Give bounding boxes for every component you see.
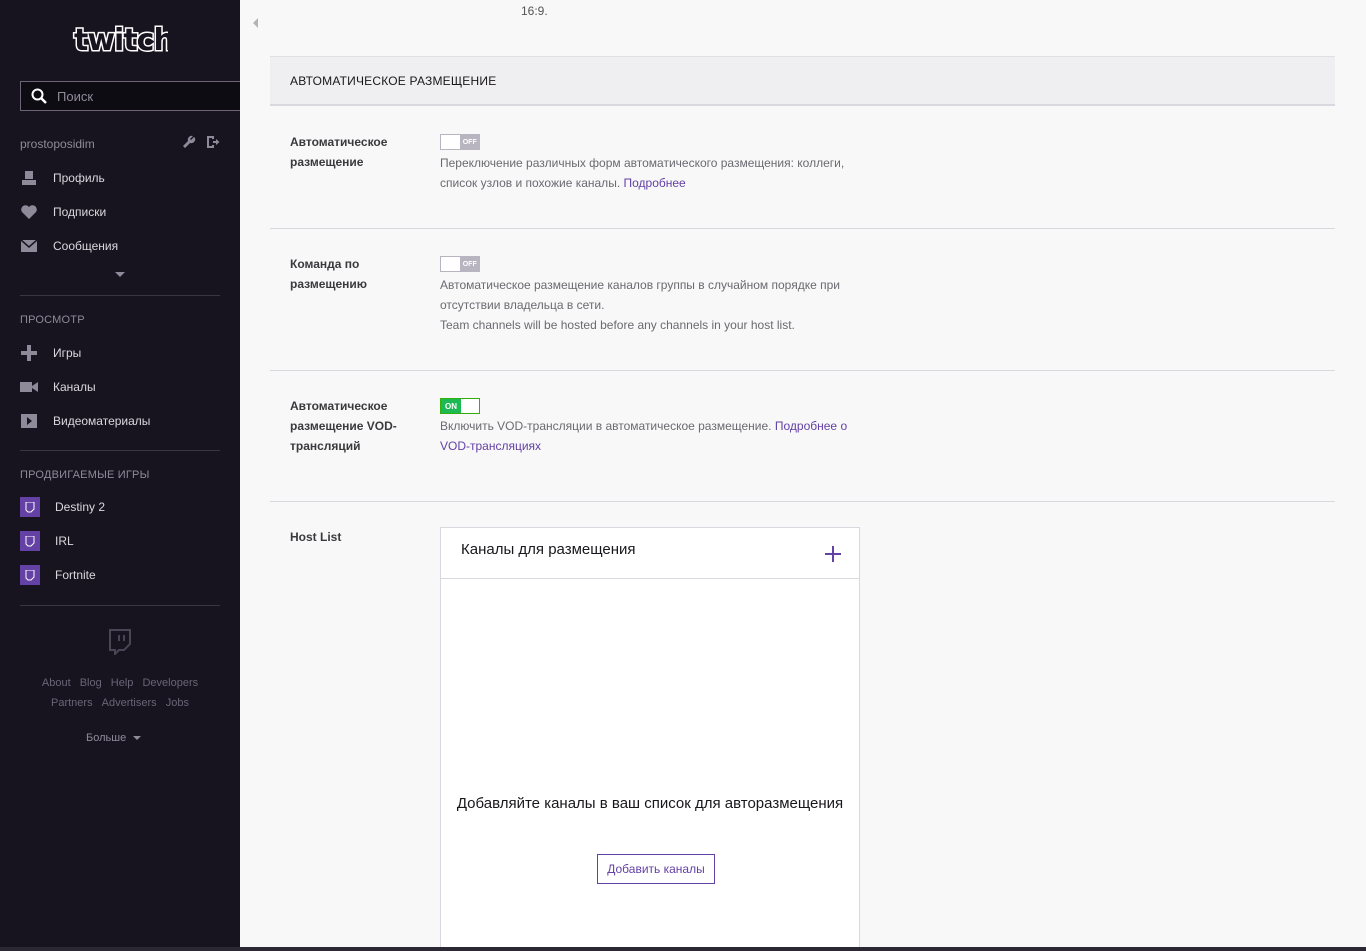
- wrench-icon[interactable]: [182, 135, 196, 154]
- twitch-glitch-icon: [108, 629, 132, 660]
- host-list-panel: Каналы для размещения Добавляйте каналы …: [440, 527, 860, 951]
- sidebar-item-label: Подписки: [53, 205, 107, 219]
- sidebar-item-label: Каналы: [53, 380, 96, 394]
- game-box-icon: [20, 531, 40, 551]
- game-box-icon: [20, 565, 40, 585]
- setting-label-team-hosting: Команда по размещению: [290, 257, 368, 291]
- caret-down-icon: [133, 736, 142, 740]
- section-title: АВТОМАТИЧЕСКОЕ РАЗМЕЩЕНИЕ: [290, 73, 497, 88]
- game-box-icon: [20, 497, 40, 517]
- twitch-logo[interactable]: twitch twitch: [72, 22, 177, 60]
- play-icon: [20, 412, 38, 430]
- divider: [20, 605, 220, 606]
- footer-link-developers[interactable]: Developers: [142, 677, 198, 689]
- ratio-text: 16:9.: [521, 4, 548, 18]
- sidebar-item-label: IRL: [55, 534, 74, 548]
- footer-link-blog[interactable]: Blog: [80, 677, 102, 689]
- sidebar-item-messages[interactable]: Сообщения: [20, 236, 118, 256]
- vod-autohost-toggle[interactable]: ON: [440, 398, 480, 414]
- more-dropdown[interactable]: Больше: [86, 732, 142, 744]
- search-icon: [21, 88, 57, 104]
- setting-desc-team-hosting: Автоматическое размещение каналов группы…: [440, 275, 860, 335]
- sidebar: twitch twitch Поиск prostoposidim Профил…: [0, 0, 240, 951]
- more-label: Больше: [86, 732, 127, 744]
- logout-icon[interactable]: [206, 135, 220, 154]
- section-header: АВТОМАТИЧЕСКОЕ РАЗМЕЩЕНИЕ: [270, 56, 1335, 106]
- autohost-toggle[interactable]: OFF: [440, 134, 480, 150]
- desc-text-2: Team channels will be hosted before any …: [440, 318, 795, 332]
- bottom-edge: [0, 947, 1366, 951]
- host-list-header: Каналы для размещения: [441, 528, 859, 579]
- sidebar-item-videos[interactable]: Видеоматериалы: [20, 411, 150, 431]
- host-list-title: Каналы для размещения: [461, 540, 636, 558]
- footer-link-help[interactable]: Help: [111, 677, 134, 689]
- empty-state-text: Добавляйте каналы в ваш список для автор…: [456, 795, 844, 812]
- sidebar-item-label: Fortnite: [55, 568, 96, 582]
- collapse-sidebar-icon[interactable]: [253, 18, 258, 28]
- add-channels-button[interactable]: Добавить каналы: [597, 854, 715, 884]
- heart-icon: [20, 203, 38, 221]
- learn-more-link[interactable]: Подробнее: [624, 176, 686, 190]
- sidebar-item-fortnite[interactable]: Fortnite: [20, 565, 96, 585]
- footer-link-about[interactable]: About: [42, 677, 71, 689]
- footer-links-row-2: Partners Advertisers Jobs: [20, 697, 220, 709]
- footer-link-jobs[interactable]: Jobs: [166, 697, 189, 709]
- divider: [20, 295, 220, 296]
- sidebar-item-label: Игры: [53, 346, 82, 360]
- sidebar-item-label: Профиль: [53, 171, 105, 185]
- desc-text: Автоматическое размещение каналов группы…: [440, 278, 840, 312]
- host-list-label: Host List: [290, 530, 342, 544]
- setting-label-vod-autohost: Автоматическое размещение VOD-трансляций: [290, 399, 397, 453]
- expand-arrow-icon[interactable]: [115, 272, 125, 277]
- divider: [270, 228, 1335, 229]
- sidebar-item-channels[interactable]: Каналы: [20, 377, 96, 397]
- search-input[interactable]: Поиск: [20, 81, 240, 111]
- toggle-knob: [461, 399, 479, 413]
- toggle-state: OFF: [460, 257, 479, 271]
- toggle-state: ON: [441, 399, 461, 413]
- divider: [270, 501, 1335, 502]
- user-icon: [20, 169, 38, 187]
- footer-link-advertisers[interactable]: Advertisers: [102, 697, 157, 709]
- desc-text: Включить VOD-трансляции в автоматическое…: [440, 419, 772, 433]
- sidebar-item-destiny-2[interactable]: Destiny 2: [20, 497, 105, 517]
- toggle-state: OFF: [460, 135, 479, 149]
- setting-desc-autohost: Переключение различных форм автоматическ…: [440, 153, 860, 193]
- toggle-knob: [441, 135, 461, 149]
- sidebar-item-irl[interactable]: IRL: [20, 531, 74, 551]
- toggle-knob: [441, 257, 461, 271]
- search-placeholder: Поиск: [57, 88, 94, 104]
- sidebar-item-following[interactable]: Подписки: [20, 202, 106, 222]
- username[interactable]: prostoposidim: [20, 137, 95, 151]
- sidebar-item-label: Видеоматериалы: [53, 414, 151, 428]
- user-row: prostoposidim: [20, 135, 220, 154]
- sidebar-item-label: Сообщения: [53, 239, 119, 253]
- sidebar-item-profile[interactable]: Профиль: [20, 168, 105, 188]
- add-channel-plus-icon[interactable]: [825, 543, 841, 567]
- browse-section-title: ПРОСМОТР: [20, 314, 85, 326]
- gamepad-icon: [20, 344, 38, 362]
- promoted-section-title: ПРОДВИГАЕМЫЕ ИГРЫ: [20, 469, 150, 481]
- divider: [270, 370, 1335, 371]
- divider: [20, 450, 220, 451]
- sidebar-item-games[interactable]: Игры: [20, 343, 81, 363]
- footer-link-partners[interactable]: Partners: [51, 697, 93, 709]
- setting-desc-vod-autohost: Включить VOD-трансляции в автоматическое…: [440, 416, 860, 456]
- camera-icon: [20, 378, 38, 396]
- footer-links-row-1: About Blog Help Developers: [20, 677, 220, 689]
- team-hosting-toggle[interactable]: OFF: [440, 256, 480, 272]
- svg-text:twitch: twitch: [74, 23, 168, 58]
- setting-label-autohost: Автоматическое размещение: [290, 135, 388, 169]
- envelope-icon: [20, 237, 38, 255]
- sidebar-item-label: Destiny 2: [55, 500, 106, 514]
